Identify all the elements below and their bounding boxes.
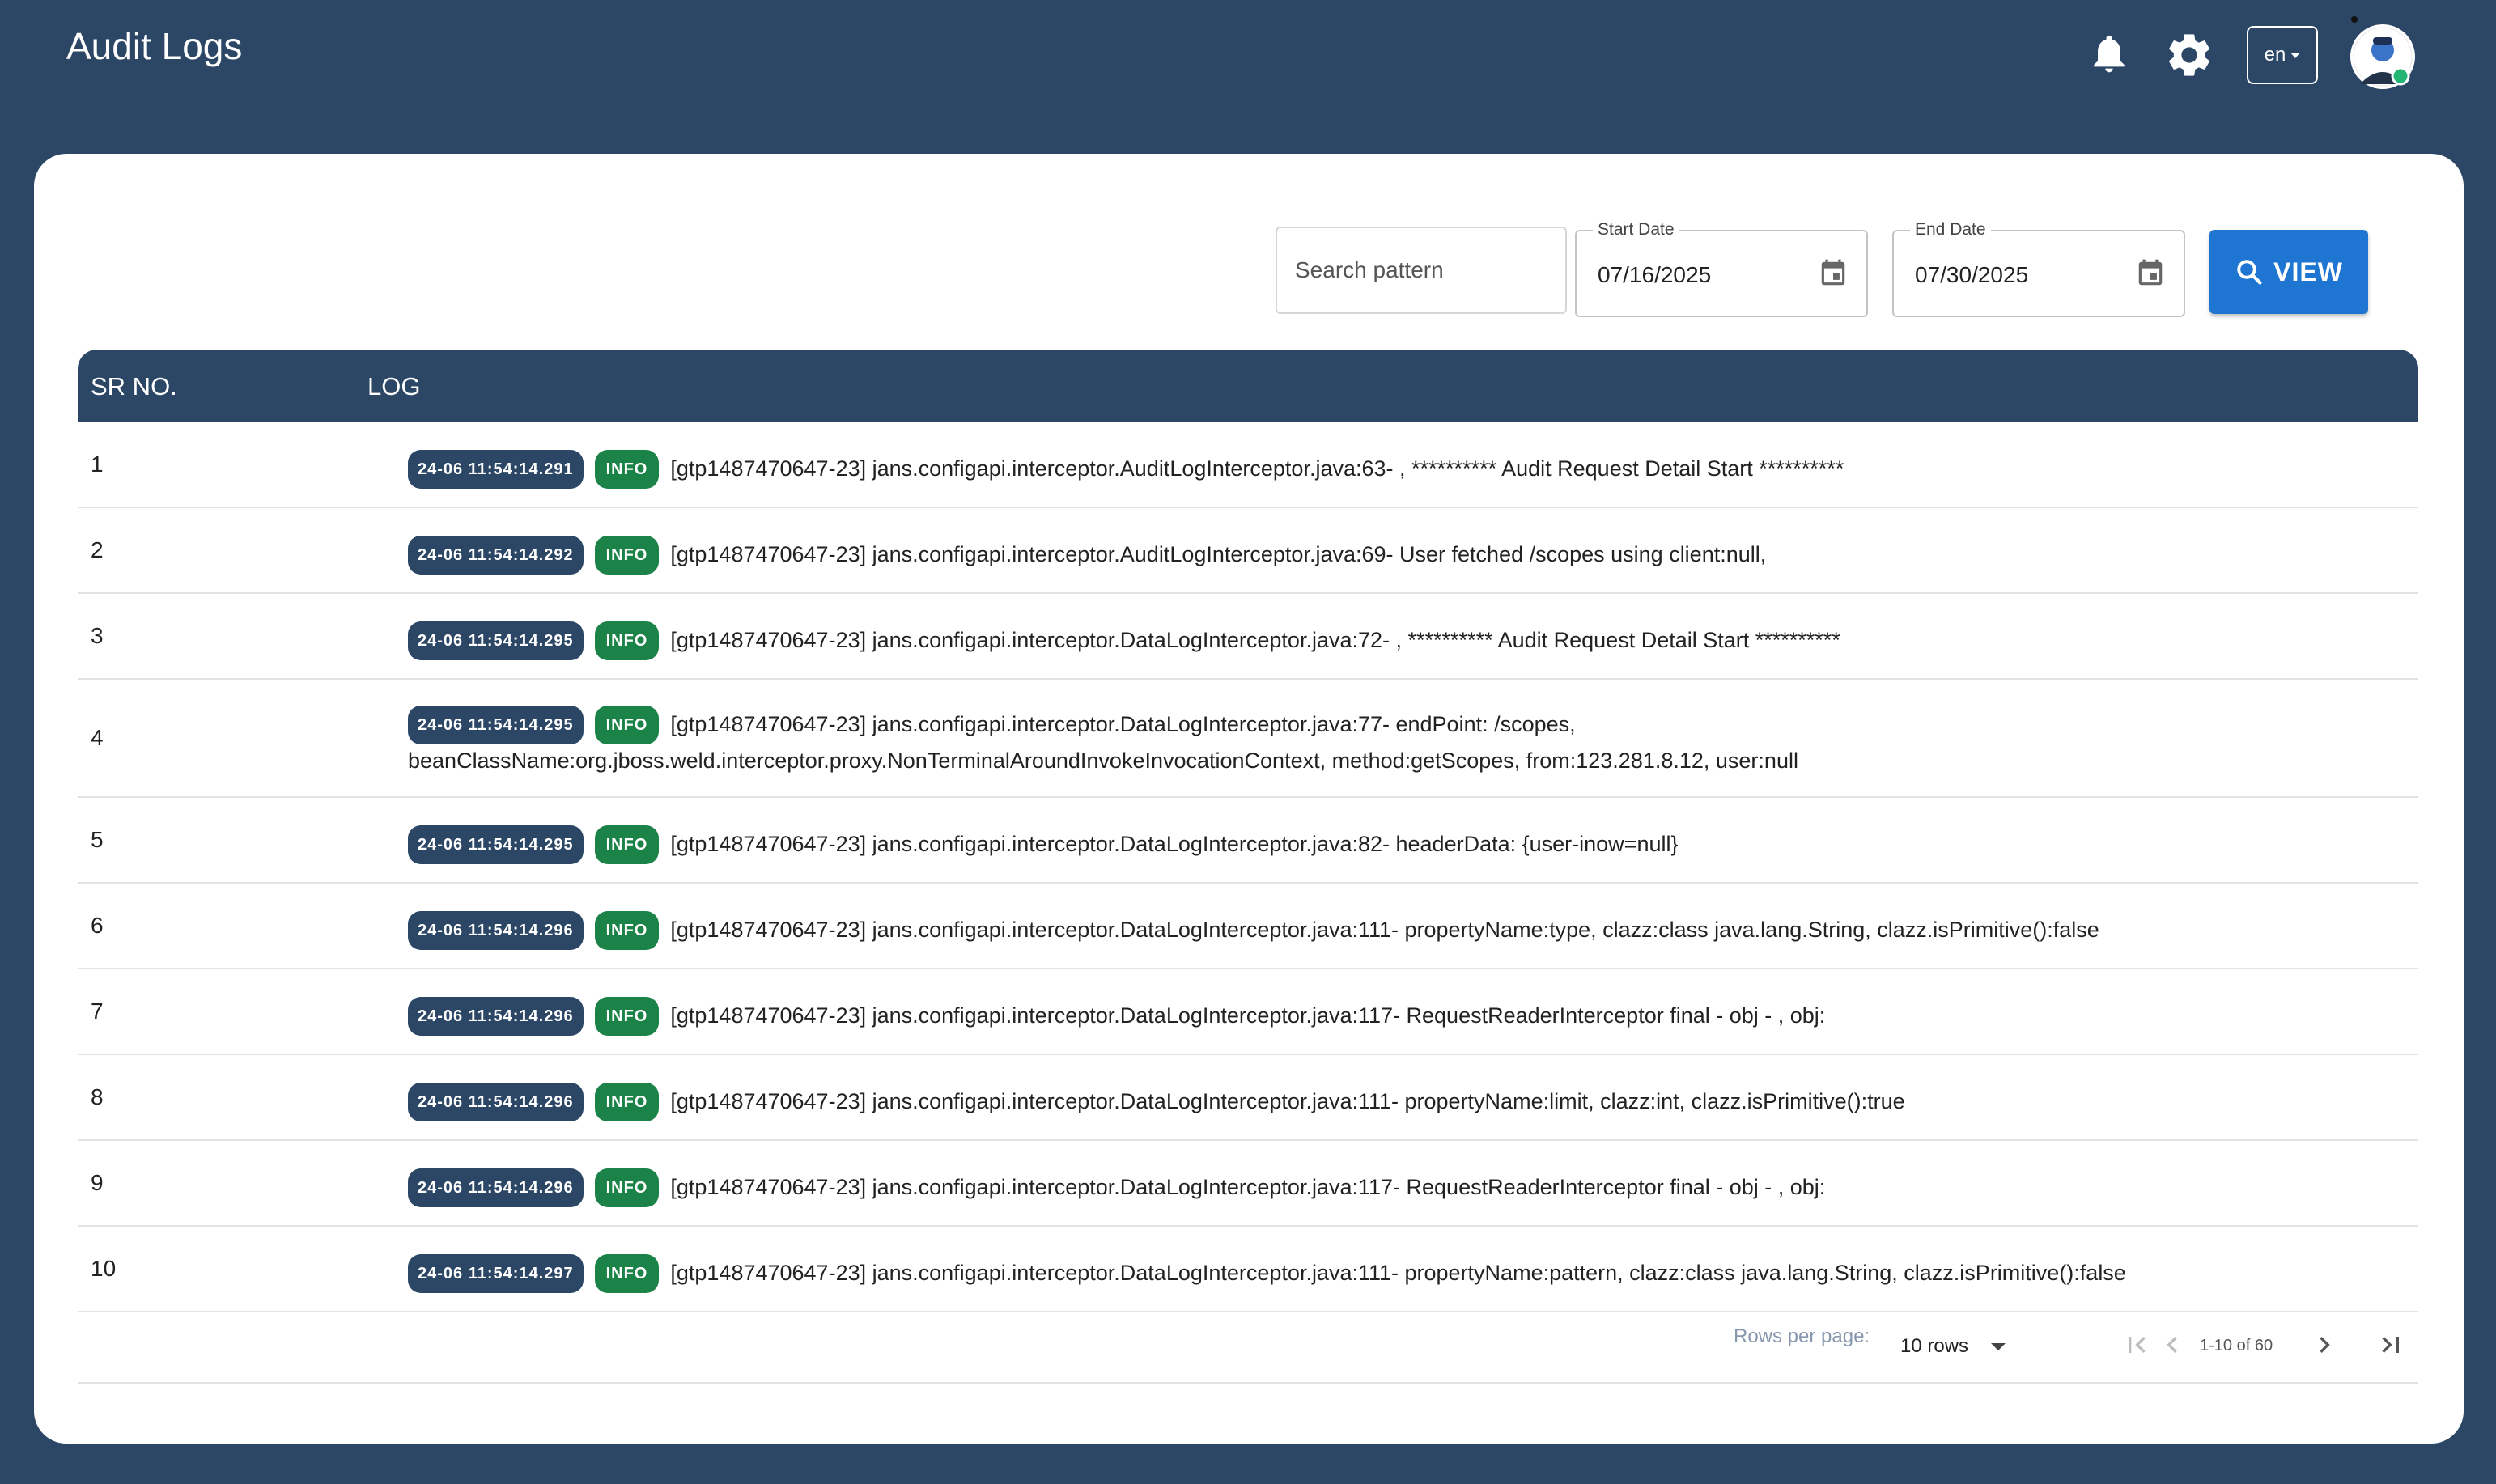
log-message: [gtp1487470647-23] jans.configapi.interc… (670, 918, 2099, 942)
table-header: SR NO. LOG (78, 350, 2418, 422)
first-page-icon[interactable] (2120, 1329, 2153, 1361)
start-date-label: Start Date (1593, 220, 1679, 240)
column-header-log: LOG (367, 372, 421, 401)
end-date-label: End Date (1910, 220, 1991, 240)
log-entry: 24-06 11:54:14.295 INFO [gtp1487470647-23]… (408, 706, 2399, 777)
calendar-icon[interactable] (2135, 257, 2166, 290)
timestamp-badge: 24-06 11:54:14.296 (408, 911, 584, 950)
level-badge: INFO (594, 1168, 660, 1207)
row-number: 4 (91, 725, 104, 750)
log-entry: 24-06 11:54:14.295 INFO [gtp1487470647-23]… (408, 825, 2399, 864)
log-message: [gtp1487470647-23] jans.configapi.interc… (670, 542, 1767, 566)
top-bar: Audit Logs en (0, 0, 2496, 154)
rows-per-page-select[interactable]: 10 rows (1900, 1335, 1968, 1358)
timestamp-badge: 24-06 11:54:14.295 (408, 706, 584, 744)
row-number: 2 (91, 537, 104, 562)
row-number: 5 (91, 827, 104, 852)
log-entry: 24-06 11:54:14.295 INFO [gtp1487470647-23]… (408, 621, 2399, 660)
search-input[interactable] (1276, 227, 1567, 314)
log-table-body: 1 24-06 11:54:14.291 INFO [gtp1487470647-2… (78, 422, 2418, 1312)
log-message: [gtp1487470647-23] jans.configapi.interc… (670, 1089, 1905, 1113)
timestamp-badge: 24-06 11:54:14.296 (408, 997, 584, 1036)
level-badge: INFO (594, 706, 660, 744)
chevron-down-icon (2290, 52, 2301, 58)
bell-icon[interactable] (2086, 28, 2132, 79)
log-message: [gtp1487470647-23] jans.configapi.interc… (670, 1175, 1826, 1199)
log-entry: 24-06 11:54:14.296 INFO [gtp1487470647-23]… (408, 1168, 2399, 1207)
row-number: 1 (91, 452, 104, 477)
table-row: 9 24-06 11:54:14.296 INFO [gtp1487470647-2… (78, 1141, 2418, 1227)
pagination: Rows per page: 10 rows 1-10 of 60 (78, 1296, 2418, 1384)
end-date-value: 07/30/2025 (1915, 262, 2029, 287)
status-dot (2351, 16, 2358, 23)
language-label: en (2264, 44, 2286, 66)
last-page-icon[interactable] (2375, 1329, 2407, 1361)
table-row: 5 24-06 11:54:14.295 INFO [gtp1487470647-2… (78, 798, 2418, 884)
next-page-icon[interactable] (2308, 1329, 2341, 1361)
table-row: 4 24-06 11:54:14.295 INFO [gtp1487470647-2… (78, 680, 2418, 798)
timestamp-badge: 24-06 11:54:14.296 (408, 1083, 584, 1121)
timestamp-badge: 24-06 11:54:14.291 (408, 450, 584, 489)
timestamp-badge: 24-06 11:54:14.296 (408, 1168, 584, 1207)
log-entry: 24-06 11:54:14.296 INFO [gtp1487470647-23]… (408, 911, 2399, 950)
table-row: 6 24-06 11:54:14.296 INFO [gtp1487470647-2… (78, 884, 2418, 969)
log-entry: 24-06 11:54:14.291 INFO [gtp1487470647-23]… (408, 450, 2399, 489)
table-row: 8 24-06 11:54:14.296 INFO [gtp1487470647-2… (78, 1055, 2418, 1141)
chevron-down-icon[interactable] (1991, 1343, 2006, 1350)
log-message: [gtp1487470647-23] jans.configapi.interc… (670, 1003, 1826, 1028)
level-badge: INFO (594, 997, 660, 1036)
log-entry: 24-06 11:54:14.297 INFO [gtp1487470647-23]… (408, 1254, 2399, 1293)
table-row: 1 24-06 11:54:14.291 INFO [gtp1487470647-2… (78, 422, 2418, 508)
avatar[interactable] (2349, 23, 2417, 91)
column-header-sr: SR NO. (91, 372, 177, 401)
timestamp-badge: 24-06 11:54:14.292 (408, 536, 584, 575)
log-entry: 24-06 11:54:14.296 INFO [gtp1487470647-23]… (408, 997, 2399, 1036)
level-badge: INFO (594, 825, 660, 864)
view-button[interactable]: VIEW (2209, 230, 2368, 314)
log-message: [gtp1487470647-23] jans.configapi.interc… (670, 832, 1679, 856)
level-badge: INFO (594, 621, 660, 660)
timestamp-badge: 24-06 11:54:14.295 (408, 825, 584, 864)
row-number: 8 (91, 1084, 104, 1109)
audit-card: Start Date 07/16/2025 End Date 07/30/202… (34, 154, 2464, 1444)
level-badge: INFO (594, 536, 660, 575)
table-row: 2 24-06 11:54:14.292 INFO [gtp1487470647-2… (78, 508, 2418, 594)
level-badge: INFO (594, 911, 660, 950)
level-badge: INFO (594, 1083, 660, 1121)
log-entry: 24-06 11:54:14.296 INFO [gtp1487470647-23]… (408, 1083, 2399, 1121)
log-entry: 24-06 11:54:14.292 INFO [gtp1487470647-23]… (408, 536, 2399, 575)
level-badge: INFO (594, 1254, 660, 1293)
calendar-icon[interactable] (1818, 257, 1849, 290)
gear-icon[interactable] (2163, 29, 2215, 81)
start-date-field[interactable]: Start Date 07/16/2025 (1575, 220, 1868, 317)
timestamp-badge: 24-06 11:54:14.297 (408, 1254, 584, 1293)
search-icon (2237, 260, 2262, 285)
row-number: 10 (91, 1256, 117, 1281)
page-range: 1-10 of 60 (2200, 1337, 2273, 1355)
row-number: 6 (91, 913, 104, 938)
prev-page-icon[interactable] (2156, 1329, 2188, 1361)
table-row: 7 24-06 11:54:14.296 INFO [gtp1487470647-2… (78, 969, 2418, 1055)
view-button-label: VIEW (2273, 257, 2343, 286)
row-number: 3 (91, 623, 104, 648)
timestamp-badge: 24-06 11:54:14.295 (408, 621, 584, 660)
row-number: 7 (91, 999, 104, 1024)
rows-per-page-label: Rows per page: (1734, 1325, 1870, 1347)
log-message: [gtp1487470647-23] jans.configapi.interc… (670, 456, 1844, 481)
level-badge: INFO (594, 450, 660, 489)
page-title: Audit Logs (66, 25, 243, 67)
table-row: 3 24-06 11:54:14.295 INFO [gtp1487470647-2… (78, 594, 2418, 680)
start-date-value: 07/16/2025 (1598, 262, 1712, 287)
log-message: [gtp1487470647-23] jans.configapi.interc… (670, 628, 1840, 652)
row-number: 9 (91, 1170, 104, 1195)
language-selector[interactable]: en (2247, 26, 2318, 84)
end-date-field[interactable]: End Date 07/30/2025 (1892, 220, 2185, 317)
log-message: [gtp1487470647-23] jans.configapi.interc… (670, 1261, 2126, 1285)
